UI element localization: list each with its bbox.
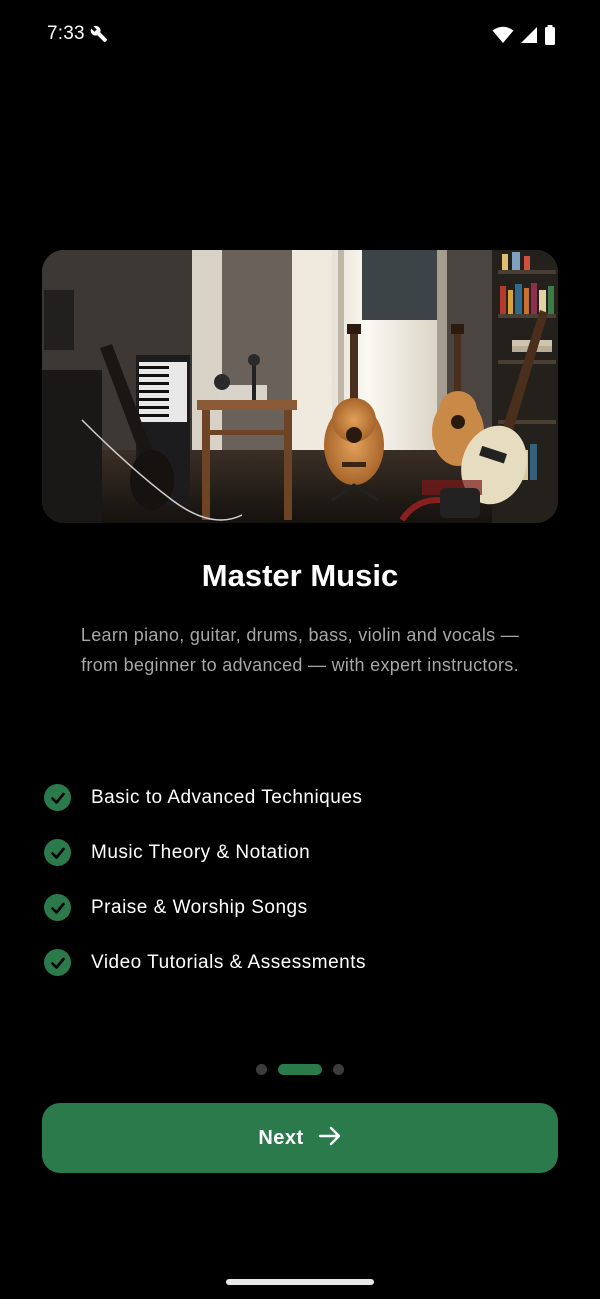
battery-icon [544, 25, 556, 50]
feature-label: Basic to Advanced Techniques [91, 786, 363, 808]
feature-label: Praise & Worship Songs [91, 896, 308, 918]
next-button[interactable]: Next [42, 1103, 558, 1173]
check-circle-icon [44, 894, 71, 921]
page-dot-2-active[interactable] [278, 1064, 322, 1075]
home-indicator[interactable] [226, 1279, 374, 1285]
check-circle-icon [44, 784, 71, 811]
check-circle-icon [44, 949, 71, 976]
page-dot-3[interactable] [333, 1064, 344, 1075]
check-circle-icon [44, 839, 71, 866]
list-item: Praise & Worship Songs [44, 880, 564, 935]
next-button-label: Next [258, 1126, 304, 1149]
signal-icon [520, 26, 538, 49]
page-title: Master Music [201, 558, 399, 593]
hero-image [42, 250, 558, 523]
feature-label: Video Tutorials & Assessments [91, 951, 366, 973]
page-indicator [0, 1064, 600, 1075]
list-item: Music Theory & Notation [44, 825, 564, 880]
page-dot-1[interactable] [256, 1064, 267, 1075]
list-item: Basic to Advanced Techniques [44, 770, 564, 825]
wrench-icon [90, 25, 108, 43]
feature-list: Basic to Advanced Techniques Music Theor… [44, 770, 564, 990]
status-icons [492, 25, 556, 50]
arrow-right-icon [318, 1125, 342, 1152]
status-bar: 7:33 [0, 0, 600, 72]
page-subtitle: Learn piano, guitar, drums, bass, violin… [80, 625, 520, 675]
status-time: 7:33 [47, 23, 85, 44]
feature-label: Music Theory & Notation [91, 841, 311, 863]
list-item: Video Tutorials & Assessments [44, 935, 564, 990]
wifi-icon [492, 26, 514, 49]
